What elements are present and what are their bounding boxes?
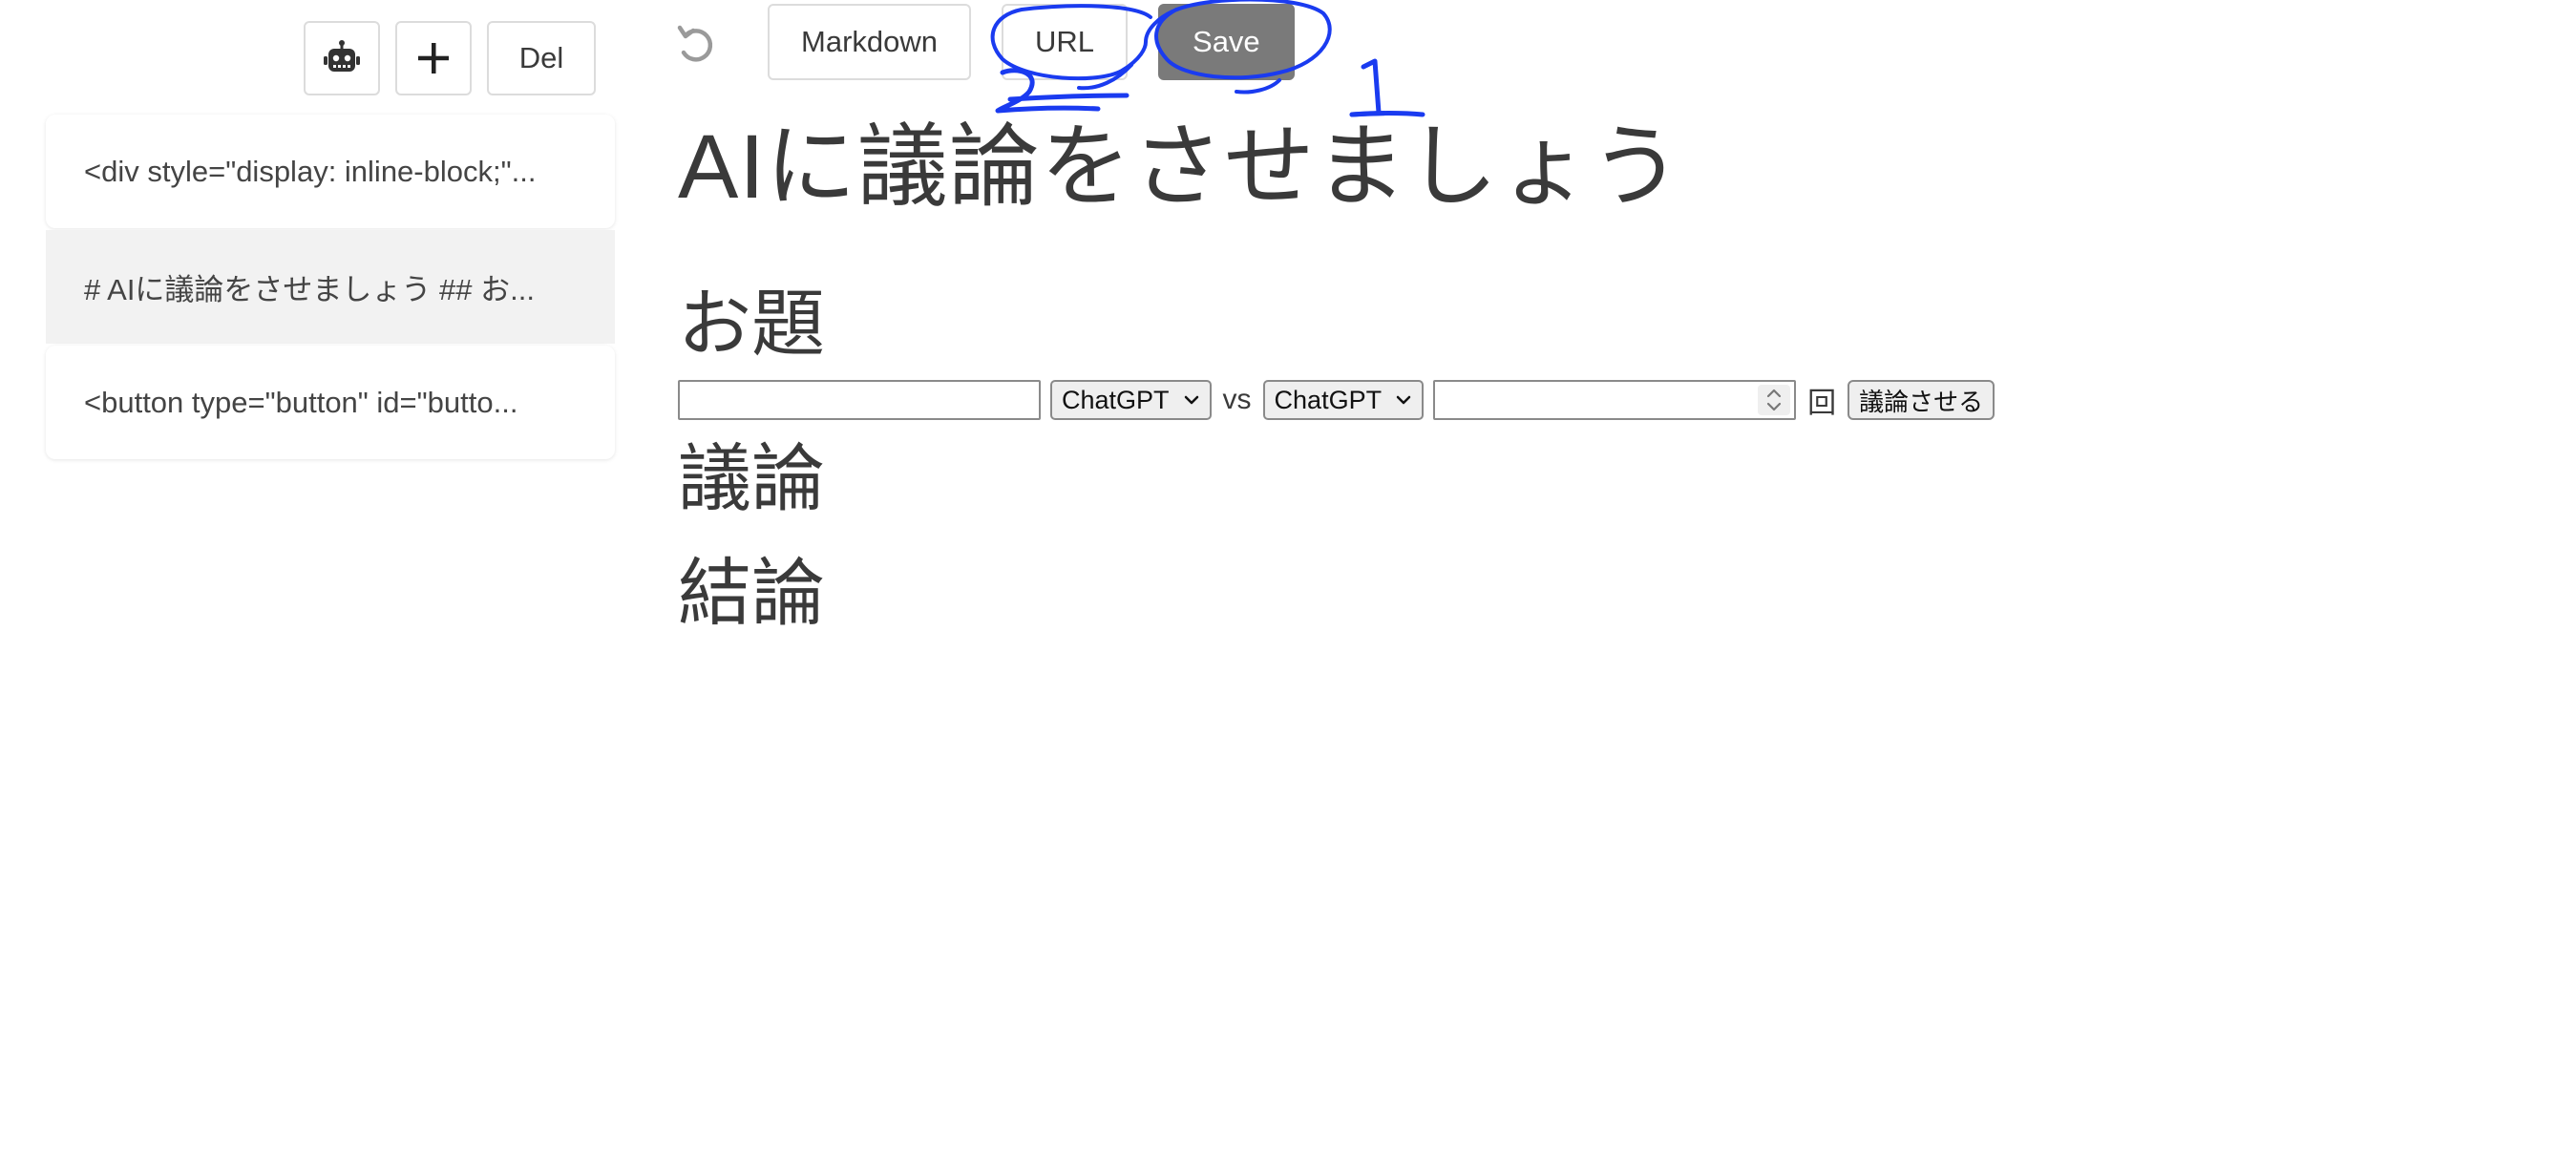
url-button[interactable]: URL [1002,4,1129,80]
document-preview: AIに議論をさせましょう お題 ChatGPT vs ChatGPT 回 議論さ… [678,105,2301,642]
topic-heading: お題 [678,284,825,366]
robot-icon [324,40,360,72]
document-title: AIに議論をさせましょう [678,116,1682,218]
undo-icon[interactable] [672,20,720,68]
rounds-unit-label: 回 [1807,388,1837,419]
start-debate-button[interactable]: 議論させる [1848,380,1995,420]
chevron-down-icon [1396,395,1411,405]
save-button[interactable]: Save [1158,4,1295,80]
debate-heading: 議論 [678,438,825,520]
note-list: <div style="display: inline-block;"... #… [46,115,615,461]
markdown-button[interactable]: Markdown [768,4,971,80]
rounds-input[interactable] [1433,380,1797,420]
plus-icon [418,43,449,74]
sidebar-toolbar: Del [304,21,596,95]
note-item-active[interactable]: # AIに議論をさせましょう ## お... [46,230,615,344]
model-b-value: ChatGPT [1274,385,1383,414]
delete-button[interactable]: Del [487,21,596,95]
model-b-select[interactable]: ChatGPT [1262,380,1425,420]
model-a-value: ChatGPT [1062,385,1170,414]
number-spinner-icon[interactable] [1758,385,1791,415]
note-item[interactable]: <div style="display: inline-block;"... [46,115,615,228]
ai-assistant-button[interactable] [304,21,380,95]
vs-label: vs [1222,384,1252,415]
note-item[interactable]: <button type="button" id="butto... [46,346,615,459]
editor-toolbar: Markdown URL Save [672,4,1295,80]
conclusion-heading: 結論 [678,553,825,635]
debate-form: ChatGPT vs ChatGPT 回 議論させる [678,378,2301,422]
topic-input[interactable] [678,380,1041,420]
model-a-select[interactable]: ChatGPT [1050,380,1212,420]
add-note-button[interactable] [395,21,472,95]
chevron-down-icon [1184,395,1198,405]
